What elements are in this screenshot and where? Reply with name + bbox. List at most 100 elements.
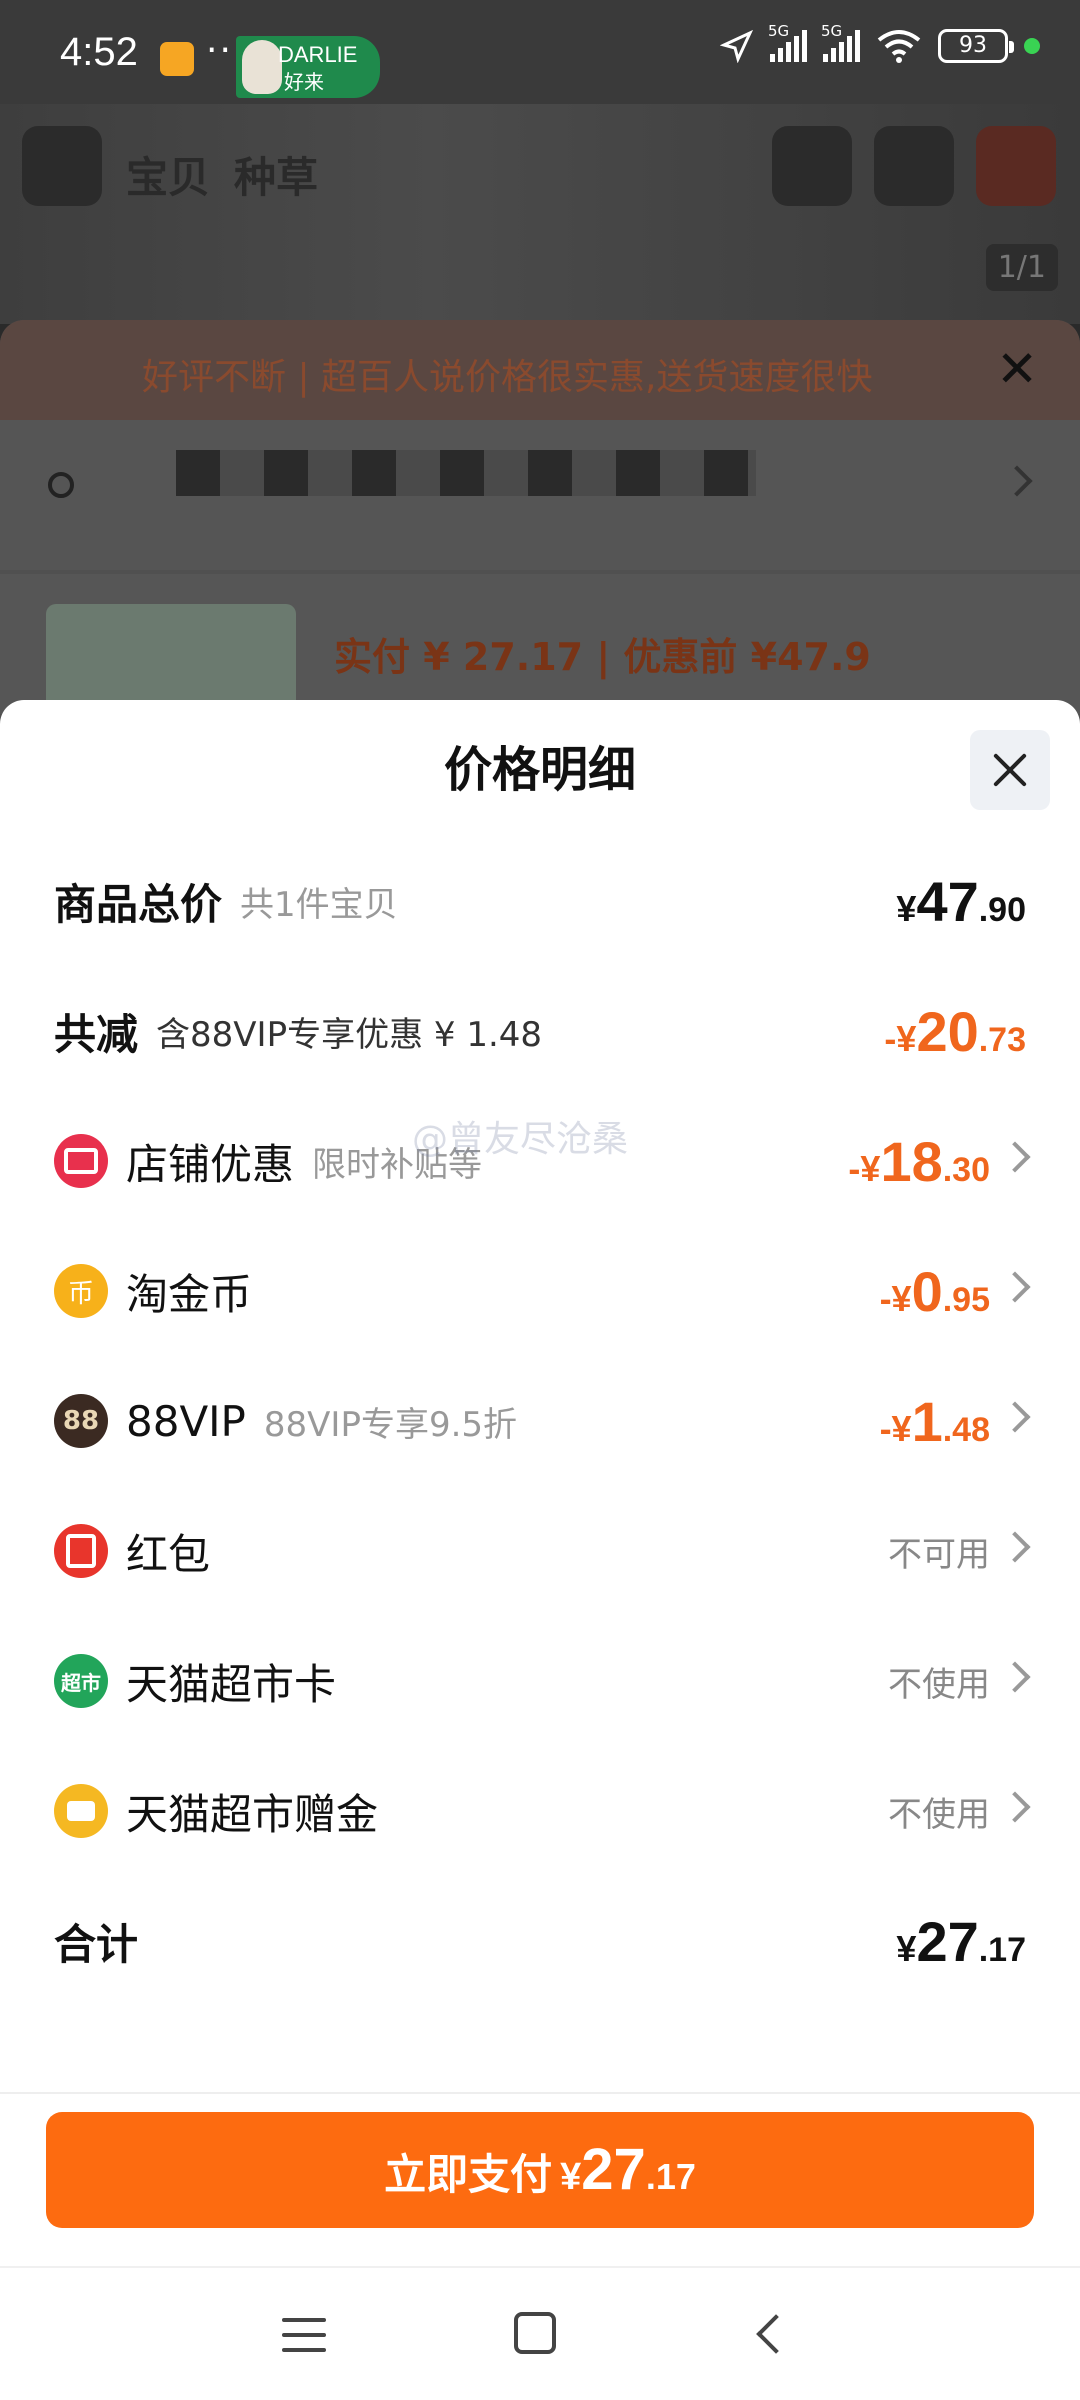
row-amount: -¥ 18.30 <box>848 1129 990 1194</box>
darlie-brand-cn: 好来 <box>284 70 324 94</box>
row-label: 红包 <box>126 1529 211 1579</box>
row-amount: -¥ 1.48 <box>880 1389 990 1454</box>
row-value: 不使用 <box>888 1787 990 1836</box>
row-sub: 共1件宝贝 <box>240 884 398 925</box>
amount-yen: -¥ <box>879 1277 912 1319</box>
amount-yen: ¥ <box>896 887 917 929</box>
chevron-right-icon <box>999 1271 1031 1303</box>
signal-5g-icon-1: 5G <box>768 22 807 62</box>
row-value-text: 不使用 <box>888 1794 990 1835</box>
gallery-notification-icon <box>160 42 194 76</box>
darlie-brand-text: DARLIE <box>278 42 358 67</box>
pay-button-yen: ¥ <box>560 2156 582 2198</box>
signal-5g-icon-2: 5G <box>821 22 860 62</box>
row-sub: 88VIP专享9.5折 <box>263 1404 518 1445</box>
signal-label-2: 5G <box>821 22 843 40</box>
row-grand-total: 合计 ¥27.17 <box>54 1886 1026 1996</box>
signal-label-1: 5G <box>768 22 790 40</box>
amount-int: 18 <box>880 1129 943 1193</box>
amount-dec: .17 <box>978 1930 1026 1969</box>
camera-in-use-dot <box>1024 38 1040 54</box>
chevron-right-icon <box>999 1531 1031 1563</box>
home-icon[interactable] <box>514 2312 556 2354</box>
row-label: 合计 <box>54 1919 139 1969</box>
amount-dec: .95 <box>942 1280 990 1319</box>
row-amount: -¥ 20.73 <box>884 999 1026 1064</box>
amount-dec: .48 <box>942 1410 990 1449</box>
price-preview-row: 实付 ¥ 27.17 | 优惠前 ¥47.9 <box>0 574 1080 714</box>
row-label: 淘金币 <box>126 1269 253 1319</box>
row-value: 不使用 <box>888 1657 990 1706</box>
row-value: 不可用 <box>888 1527 990 1576</box>
coin-icon <box>54 1264 108 1318</box>
status-icons: 5G 5G 93 <box>720 22 1040 64</box>
cart-icon[interactable] <box>874 126 954 206</box>
address-row[interactable] <box>0 420 1080 570</box>
chevron-right-icon <box>999 1661 1031 1693</box>
tab-zhongcao[interactable]: 种草 <box>234 144 318 205</box>
amount-yen: ¥ <box>896 1927 917 1969</box>
close-button[interactable] <box>970 730 1050 810</box>
amount-dec: .73 <box>978 1020 1026 1059</box>
amount-int: 27 <box>916 1909 979 1973</box>
review-banner: 好评不断 | 超百人说价格很实惠,送货速度很快 ✕ <box>0 320 1080 420</box>
battery-icon: 93 <box>938 29 1014 63</box>
location-pin-icon <box>48 472 74 498</box>
shop-coupon-icon <box>54 1134 108 1188</box>
pay-area: 立即支付 ¥ 27 .17 <box>0 2092 1080 2262</box>
message-icon[interactable] <box>976 126 1056 206</box>
amount-int: 0 <box>911 1259 943 1323</box>
amount-yen: -¥ <box>879 1407 912 1449</box>
amount-int: 1 <box>911 1389 943 1453</box>
wifi-icon <box>877 30 921 63</box>
tab-baobei[interactable]: 宝贝 <box>126 144 210 205</box>
row-label: 商品总价 <box>54 879 223 929</box>
system-nav-bar <box>0 2266 1080 2400</box>
address-redacted <box>176 450 756 496</box>
tmall-market-icon: 超市 <box>54 1654 108 1708</box>
vip-88-icon: 88 <box>54 1394 108 1448</box>
sheet-title: 价格明细 <box>443 742 636 798</box>
back-nav-icon[interactable] <box>756 2314 796 2354</box>
pay-button-int: 27 <box>581 2137 646 2202</box>
row-tmall-market-gift[interactable]: 天猫超市赠金 不使用 <box>54 1756 1031 1866</box>
product-thumbnail <box>46 604 296 714</box>
row-tmall-market-card[interactable]: 超市 天猫超市卡 不使用 <box>54 1626 1031 1736</box>
status-time: 4:52 <box>60 30 138 74</box>
row-taojinbi[interactable]: 淘金币 -¥0.95 <box>54 1236 1031 1346</box>
location-icon <box>720 29 754 63</box>
status-bar: 4:52 ··· DARLIE 好来 5G 5G 93 <box>0 0 1080 104</box>
row-amount: -¥ 0.95 <box>880 1259 990 1324</box>
row-amount: ¥47.90 <box>896 869 1026 934</box>
row-label: 天猫超市赠金 <box>126 1789 379 1839</box>
row-label: 天猫超市卡 <box>126 1659 337 1709</box>
row-88vip[interactable]: 88 88VIP 88VIP专享9.5折 -¥ 1.48 <box>54 1366 1031 1476</box>
amount-dec: .30 <box>942 1150 990 1189</box>
amount-yen: -¥ <box>884 1017 917 1059</box>
row-value-text: 不可用 <box>888 1534 990 1575</box>
amount-yen: -¥ <box>848 1147 881 1189</box>
chevron-right-icon <box>999 1791 1031 1823</box>
back-icon[interactable] <box>22 126 102 206</box>
banner-close-icon[interactable]: ✕ <box>996 340 1038 398</box>
red-packet-icon <box>54 1524 108 1578</box>
watermark: @曾友尽沧桑 <box>412 1119 629 1160</box>
row-label: 共减 <box>54 1009 139 1059</box>
image-pager: 1/1 <box>985 244 1058 291</box>
amount-int: 47 <box>916 869 979 933</box>
row-amount: ¥27.17 <box>896 1909 1026 1974</box>
row-value-text: 不使用 <box>888 1664 990 1705</box>
pay-now-button[interactable]: 立即支付 ¥ 27 .17 <box>46 2112 1034 2228</box>
row-total-price: 商品总价 共1件宝贝 ¥47.90 <box>54 846 1026 956</box>
amount-int: 20 <box>916 999 979 1063</box>
gift-card-icon <box>54 1784 108 1838</box>
address-chevron-icon <box>1001 465 1033 497</box>
chevron-right-icon <box>999 1141 1031 1173</box>
recent-apps-icon[interactable] <box>282 2318 326 2352</box>
share-icon[interactable] <box>772 126 852 206</box>
row-label: 88VIP <box>126 1396 246 1446</box>
row-red-packet[interactable]: 红包 不可用 <box>54 1496 1031 1606</box>
darlie-logo-icon <box>242 40 282 94</box>
row-sub: 含88VIP专享优惠 ¥ 1.48 <box>156 1014 543 1055</box>
darlie-notification-icon: DARLIE 好来 <box>236 36 380 98</box>
